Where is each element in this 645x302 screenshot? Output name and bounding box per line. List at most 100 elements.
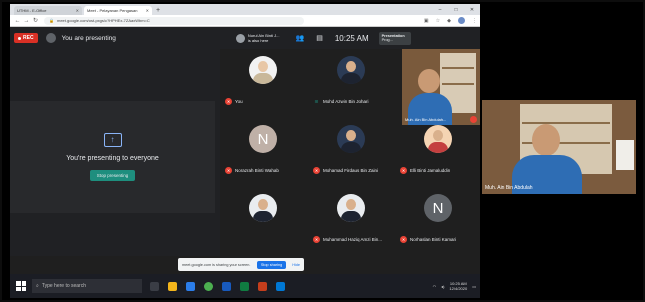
- camera-icon[interactable]: ▣: [424, 18, 429, 24]
- participant-name: Mohamad Firdaus Bin Zaini: [323, 168, 379, 173]
- meet-top-icons: 👥 ▤: [295, 34, 322, 42]
- participant-name: Norazrah Binti Wahab: [235, 168, 279, 173]
- maximize-button[interactable]: □: [448, 7, 464, 13]
- presenting-status: You are presenting: [61, 34, 116, 42]
- avatar-letter: N: [424, 194, 452, 222]
- participant-photo: [249, 194, 277, 222]
- file-explorer-icon[interactable]: [168, 281, 177, 291]
- forward-arrow-icon[interactable]: →: [22, 18, 31, 24]
- participant-tile[interactable]: ≋ Mohd Azwin Bin Johari: [308, 49, 394, 116]
- participant-tile[interactable]: [220, 187, 306, 254]
- browser-extensions: ▣ ☆ ◆ ⋮: [424, 17, 477, 24]
- close-window-button[interactable]: ✕: [464, 7, 480, 13]
- url-text: meet.google.com/ost-pxgs/c?HPHEx-7ZAaxWb…: [56, 18, 150, 23]
- browser-tab-meet[interactable]: Meet - Pelayanan Pengasan ✕: [84, 6, 152, 15]
- desktop-screen: UTHM - E-Office ✕ Meet - Pelayanan Penga…: [10, 4, 480, 298]
- chrome-icon[interactable]: [204, 281, 213, 291]
- notification-icon[interactable]: ▭: [472, 284, 476, 289]
- shelf-line: [442, 67, 474, 69]
- close-tab-icon[interactable]: ✕: [146, 8, 149, 13]
- mail-icon[interactable]: [276, 281, 285, 291]
- meeting-clock: 10:25 AM: [334, 33, 369, 43]
- participant-avatar: N: [424, 194, 452, 222]
- present-screen-icon: ↑: [103, 133, 122, 147]
- reload-icon[interactable]: ↻: [31, 17, 40, 24]
- participant-photo: [424, 125, 452, 153]
- chat-icon[interactable]: ▤: [316, 34, 323, 42]
- shelf-line: [442, 83, 474, 85]
- tab-label: UTHM - E-Office: [17, 8, 47, 13]
- excel-icon[interactable]: [240, 281, 249, 291]
- host-avatar: [235, 33, 245, 43]
- task-view-icon[interactable]: [150, 281, 159, 291]
- participant-tile[interactable]: N ✕ Norazrah Binti Wahab: [220, 118, 306, 185]
- participant-name: You: [235, 99, 243, 104]
- window-controls: – □ ✕: [432, 4, 480, 15]
- mic-off-icon: ✕: [225, 98, 232, 105]
- recording-dot-icon: [18, 36, 21, 40]
- participant-tile[interactable]: N ✕ Norhaslan Binti Kamari: [395, 187, 480, 254]
- address-bar-row: ← → ↻ 🔒 meet.google.com/ost-pxgs/c?HPHEx…: [10, 15, 480, 27]
- tab-label: Meet - Pelayanan Pengasan: [87, 8, 138, 13]
- mic-off-icon: ✕: [313, 167, 320, 174]
- close-tab-icon[interactable]: ✕: [76, 8, 79, 13]
- mic-off-icon: ✕: [400, 236, 407, 243]
- presentation-thumbnail[interactable]: Presentation Prog...: [378, 31, 411, 45]
- participant-tile[interactable]: ✕ Mohamad Firdaus Bin Zaini: [308, 118, 394, 185]
- meet-top-bar: REC You are presenting Nurul Ain Binti J…: [10, 27, 480, 49]
- shelf-line: [522, 122, 610, 124]
- browser-tab-eoffice[interactable]: UTHM - E-Office ✕: [14, 6, 82, 15]
- windows-start-icon[interactable]: [16, 281, 26, 291]
- stop-sharing-button[interactable]: Stop sharing: [256, 260, 287, 269]
- participant-tile[interactable]: ✕ Elli Binti Jamaluddin: [395, 118, 480, 185]
- person-head: [532, 124, 560, 156]
- mic-off-icon: ✕: [225, 167, 232, 174]
- taskbar-apps: [150, 281, 285, 291]
- minimize-button[interactable]: –: [432, 7, 448, 13]
- extension-icon[interactable]: ◆: [447, 18, 451, 24]
- hide-button[interactable]: Hide: [292, 263, 300, 267]
- windows-taskbar: ⌕ Type here to search ◠ ◂) 10:25 AM 12/4…: [10, 274, 480, 298]
- recording-badge: REC: [14, 33, 38, 43]
- participant-name: Elli Binti Jamaluddin: [410, 168, 451, 173]
- new-tab-button[interactable]: +: [156, 6, 160, 15]
- profile-avatar[interactable]: [458, 17, 465, 24]
- mic-off-icon: [470, 116, 477, 123]
- taskbar-clock[interactable]: 10:25 AM 12/4/2020: [449, 281, 467, 291]
- menu-dots-icon[interactable]: ⋮: [472, 18, 477, 24]
- participant-tile[interactable]: ✕ Muhammad Haziq Amzi Bin...: [308, 187, 394, 254]
- search-placeholder: Type here to search: [41, 283, 87, 289]
- presenting-message: You're presenting to everyone: [66, 155, 159, 162]
- lock-icon: 🔒: [49, 18, 54, 23]
- wall-panel: [616, 140, 634, 170]
- host-indicator[interactable]: Nurul Ain Binti J... is also here: [235, 33, 279, 43]
- star-icon[interactable]: ☆: [436, 18, 440, 24]
- participant-name: Muh. Ain Bin Abdulah...: [405, 117, 447, 122]
- presenting-panel: ↑ You're presenting to everyone Stop pre…: [10, 101, 215, 213]
- volume-icon[interactable]: ◂): [441, 284, 444, 289]
- powerpoint-icon[interactable]: [258, 281, 267, 291]
- participant-photo: [337, 125, 365, 153]
- participant-tile[interactable]: ✕ You: [220, 49, 306, 116]
- taskbar-search[interactable]: ⌕ Type here to search: [32, 279, 142, 293]
- edge-icon[interactable]: [186, 281, 195, 291]
- self-avatar: [45, 33, 56, 43]
- back-arrow-icon[interactable]: ←: [13, 18, 22, 24]
- presentation-stage: ↑ You're presenting to everyone Stop pre…: [10, 49, 220, 256]
- webcam-label: Muh. Ain Bin Abdulah: [485, 185, 533, 191]
- mic-off-icon: ✕: [400, 167, 407, 174]
- people-icon[interactable]: 👥: [295, 34, 304, 42]
- participant-photo: [249, 56, 277, 84]
- stop-presenting-button[interactable]: Stop presenting: [89, 170, 136, 181]
- self-camera-tile[interactable]: Muh. Ain Bin Abdulah...: [402, 49, 480, 125]
- participant-name: Norhaslan Binti Kamari: [410, 237, 457, 242]
- mic-off-icon: ✕: [313, 236, 320, 243]
- wifi-icon[interactable]: ◠: [433, 284, 437, 289]
- person-head: [418, 69, 440, 93]
- host-subtitle: is also here: [247, 38, 269, 43]
- avatar-letter: N: [249, 125, 277, 153]
- participant-photo: [337, 56, 365, 84]
- url-field[interactable]: 🔒 meet.google.com/ost-pxgs/c?HPHEx-7ZAax…: [44, 16, 304, 25]
- word-icon[interactable]: [222, 281, 231, 291]
- taskbar-date: 12/4/2020: [449, 286, 468, 291]
